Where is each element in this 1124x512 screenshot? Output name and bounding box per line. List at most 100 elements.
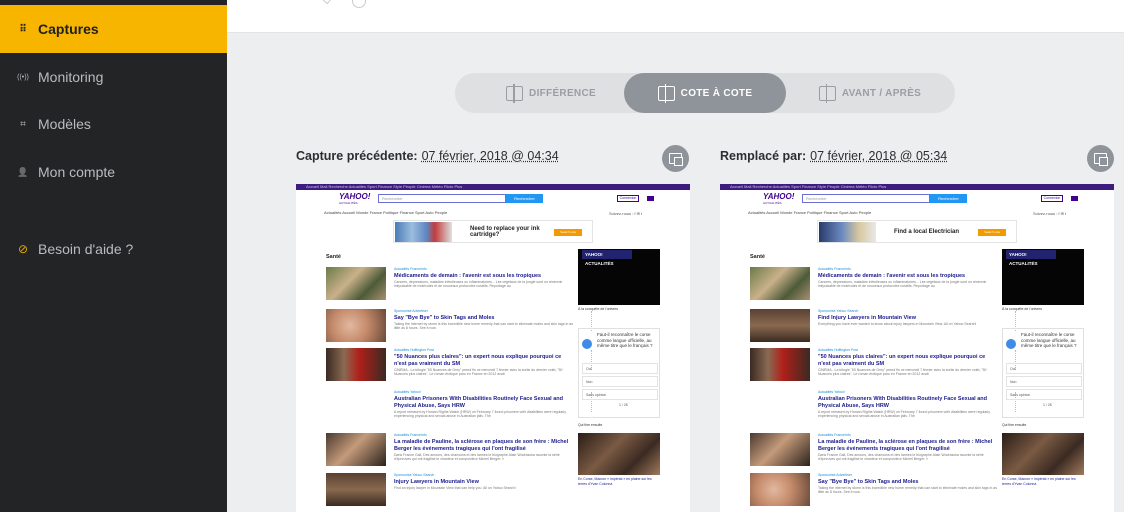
section-title: Santé [326,254,341,260]
video-player: YAHOO! ACTUALITÉS [578,249,660,305]
tab-before-after[interactable]: AVANT / APRÈS [795,73,945,113]
mail-icon [647,196,654,201]
poll-avatar [1006,339,1016,349]
right-capture-header: Remplacé par: 07 février, 2018 @ 05:34 [720,149,947,163]
article-desc: CINÉMA - La trilogie "50 Nuances de Grey… [818,368,987,377]
article-source: Sponsorisé Yahoo Search [394,473,435,477]
article-source: Actualités Yahoo! [394,390,421,394]
sidebar-item-monitoring[interactable]: ((•)) Monitoring [0,53,227,101]
sidebar-item-label: Monitoring [38,69,104,85]
poll-option: Oui [582,363,658,374]
tab-difference[interactable]: DIFFÉRENCE [477,73,625,113]
poll-option: Non [582,376,658,387]
article-title: La maladie de Pauline, la sclérose en pl… [818,439,993,452]
article-title: Australian Prisoners With Disabilities R… [394,396,563,409]
left-capture-header: Capture précédente: 07 février, 2018 @ 04… [296,149,559,163]
yahoo-nav: Actualités Accueil Monde France Politiqu… [324,210,448,215]
article-source: Sponsorisé Advertiser [818,473,853,477]
tab-label: DIFFÉRENCE [529,87,596,99]
tab-label: COTE À COTE [680,87,753,99]
yahoo-login: Connexion [1041,195,1063,202]
list-item: Actualités Huffington Post "50 Nuances p… [750,348,1016,382]
list-item: Sponsorisé Yahoo Search Injury Lawyers i… [326,473,566,507]
ad-text: Need to replace your ink cartridge? [470,226,540,238]
sidebar-item-captures[interactable]: ⠿ Captures [0,5,227,53]
sidebar-item-mon-compte[interactable]: 👤 Mon compte [0,148,227,196]
right-capture-date[interactable]: 07 février, 2018 @ 05:34 [810,149,947,163]
rail-title: Qui fine ensuite [578,423,603,427]
sidebar-item-help[interactable]: ⊘ Besoin d'aide ? [0,225,227,273]
crop-icon: ⌗ [20,118,26,130]
yahoo-topbar: Accueil Mail Recherche Actualités Sport … [296,184,690,190]
right-screenshot[interactable]: Accueil Mail Recherche Actualités Sport … [720,184,1114,512]
poll-pager: 1 / 25 [619,403,628,407]
info-icon[interactable] [352,0,366,8]
article-thumbnail [750,433,810,466]
ad-button: Search now [978,229,1006,236]
list-item: Sponsorisé Advertiser Say "Bye Bye" to S… [750,473,997,507]
video-caption: À la conquête de l'univers [1002,307,1042,311]
tab-side-by-side[interactable]: COTE À COTE [624,73,786,113]
poll-option: Sans opinion [582,389,658,400]
rail-title: Qui fine ensuite [1002,423,1027,427]
yahoo-nav: Actualités Accueil Monde France Politiqu… [748,210,872,215]
article-source: Actualités Huffington Post [394,348,435,352]
rail-caption: En Corse, Macron « impérial » en plaine … [578,477,652,486]
article-desc: Find an injury lawyer in Mountain View t… [394,486,516,490]
chevron-down-icon[interactable] [322,0,332,5]
article-title: Médicaments de demain : l'avenir est sou… [394,273,542,279]
yahoo-topbar: Accueil Mail Recherche Actualités Sport … [720,184,1114,190]
article-source: Actualités Franceinfo [818,433,851,437]
difference-icon [506,83,524,103]
list-item: Actualités Huffington Post "50 Nuances p… [326,348,592,382]
rail-caption: En Corse, Macron « impérial » en plaine … [1002,477,1076,486]
list-item: Actualités Franceinfo La maladie de Paul… [750,433,1016,467]
video-player: YAHOO! ACTUALITÉS [1002,249,1084,305]
yahoo-logo: YAHOO! ACTUALITÉS [339,193,370,206]
yahoo-search-button: Rechercher [506,194,543,203]
top-bar [227,0,1124,33]
article-thumbnail [750,309,810,342]
rail-image [1002,433,1084,475]
yahoo-search-button: Rechercher [930,194,967,203]
sidebar-item-label: Modèles [38,116,91,132]
right-expand-button[interactable] [1087,145,1114,172]
article-thumbnail [326,267,386,300]
ad-button: Search now [554,229,582,236]
article-desc: A report released by Human Rights Watch … [394,410,566,419]
left-expand-button[interactable] [662,145,689,172]
user-icon: 👤 [17,166,29,177]
list-item: Actualités Franceinfo Médicaments de dem… [326,267,592,301]
right-capture-label: Remplacé par: [720,149,807,163]
poll-avatar [582,339,592,349]
expand-icon [1094,153,1108,166]
article-title: Say "Bye Bye" to Skin Tags and Moles [818,479,919,485]
yahoo-logo: YAHOO! ACTUALITÉS [763,193,794,206]
left-capture-label: Capture précédente: [296,149,418,163]
left-capture-date[interactable]: 07 février, 2018 @ 04:34 [422,149,559,163]
left-screenshot[interactable]: Accueil Mail Recherche Actualités Sport … [296,184,690,512]
grid-icon: ⠿ [19,23,27,35]
article-source: Actualités Huffington Post [818,348,859,352]
list-item: Actualités Yahoo! Australian Prisoners W… [326,390,592,424]
article-desc: CINÉMA - La trilogie "50 Nuances de Grey… [394,368,563,377]
sidebar-item-label: Besoin d'aide ? [38,241,134,257]
sidebar-item-label: Captures [38,21,99,37]
article-desc: Taking the internet by storm is this inc… [818,486,997,495]
poll-question: Faut-il reconnaître le corse comme langu… [1021,332,1077,348]
article-thumbnail [326,433,386,466]
sidebar-item-label: Mon compte [38,164,116,180]
before-after-icon [818,83,836,103]
yahoo-login: Connexion [617,195,639,202]
list-item: Sponsorisé Yahoo Search Find Injury Lawy… [750,309,1016,343]
poll-pager: 1 / 25 [1043,403,1052,407]
poll-widget: Faut-il reconnaître le corse comme langu… [578,328,660,418]
video-caption: À la conquête de l'univers [578,307,618,311]
article-title: Australian Prisoners With Disabilities R… [818,396,987,409]
article-desc: Cancers, dépressions, maladies infectieu… [818,280,987,289]
article-title: Say "Bye Bye" to Skin Tags and Moles [394,315,495,321]
article-source: Sponsorisé Advertiser [394,309,429,313]
expand-icon [669,153,683,166]
article-title: "50 Nuances plus claires": un expert nou… [394,354,562,367]
sidebar-item-modeles[interactable]: ⌗ Modèles [0,100,227,148]
